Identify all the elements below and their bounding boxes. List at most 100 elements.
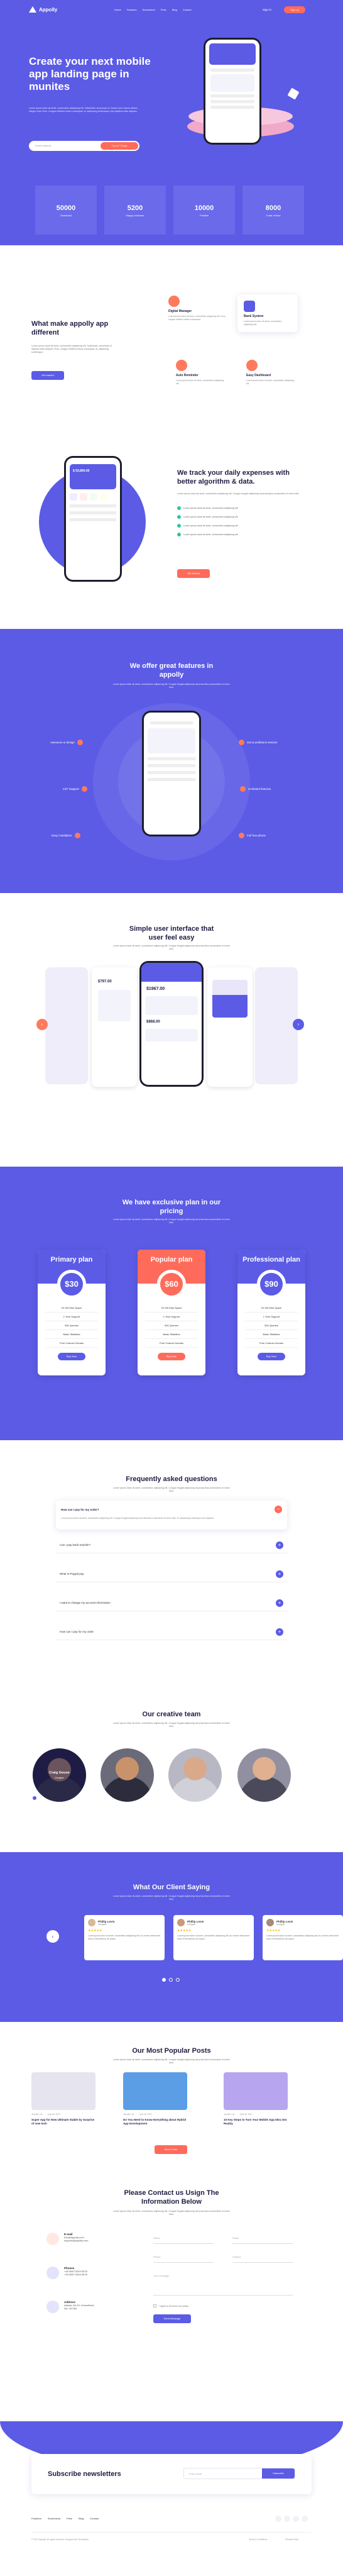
plus-icon[interactable]: + <box>276 1628 283 1636</box>
dot[interactable] <box>176 1978 180 1982</box>
about-cta-button[interactable]: Get started <box>31 371 64 380</box>
post-title[interactable]: Do You Need to Know Everything about Hyb… <box>123 2118 187 2126</box>
plan-feature: 1 Year Support <box>145 1313 198 1321</box>
contact-section: Please Contact us Usign The Information … <box>0 2157 343 2421</box>
stat-2: 5200 Happy customer <box>104 186 166 235</box>
avatar <box>88 1919 95 1926</box>
logo-icon <box>29 6 36 13</box>
stat-value: 10000 <box>194 204 214 212</box>
instagram-icon[interactable] <box>293 2516 299 2522</box>
minus-icon[interactable]: – <box>275 1506 282 1513</box>
linkedin-icon[interactable] <box>302 2516 308 2522</box>
stat-label: Happy customer <box>126 214 144 217</box>
nav-contact[interactable]: Contact <box>183 8 192 11</box>
post-card[interactable]: Jennifer Lee June 08, 2021 Super App for… <box>31 2072 95 2143</box>
message-field[interactable]: Your message <box>153 2270 293 2296</box>
dot[interactable] <box>162 1978 166 1982</box>
faq-item[interactable]: Can I pay bank transfer? + <box>56 1537 287 1553</box>
nav-price[interactable]: Price <box>161 8 166 11</box>
team-member-photo[interactable] <box>168 1748 222 1802</box>
newsletter-input[interactable]: Enter email <box>189 2472 202 2475</box>
faq-item-open[interactable]: How can I pay for my order? – Lorem ipsu… <box>56 1501 287 1530</box>
try-button[interactable]: Try for 7 Days <box>101 142 138 150</box>
post-title[interactable]: 10 Key Steps to Turn Your Mobile App Ide… <box>224 2118 288 2126</box>
plan-feature: 500 Queries <box>45 1321 98 1330</box>
more-posts-button[interactable]: More Posts <box>155 2145 187 2154</box>
buy-now-button[interactable]: Buy Now <box>158 1353 185 1360</box>
feature-auto-reminder: Auto Reminder Lorem ipsum dolor sit amet… <box>176 360 239 385</box>
name-field[interactable]: Name <box>153 2233 214 2244</box>
post-author: Jennifer Lee <box>31 2113 43 2116</box>
features-section: We offer great features in appolly Lorem… <box>0 629 343 893</box>
signup-button[interactable]: Sign up <box>284 6 305 13</box>
faq-item[interactable]: How can I pay for my order + <box>56 1624 287 1640</box>
post-card[interactable]: Jennifer Lee June 08, 2021 Do You Need t… <box>123 2072 187 2143</box>
plus-icon[interactable]: + <box>276 1570 283 1578</box>
footer-link-contact[interactable]: Contact <box>90 2517 99 2520</box>
ui-design-icon <box>77 740 83 745</box>
logo[interactable]: Appolly <box>29 6 57 13</box>
track-phone: $ 93,800.00 <box>64 456 122 582</box>
contact-line: Zip: 45 584 <box>64 2307 77 2310</box>
post-card[interactable]: Jennifer Lee June 08, 2021 10 Key Steps … <box>224 2072 288 2143</box>
team-member-featured[interactable]: Craig Gouse Designer <box>33 1748 86 1802</box>
plan-feature: Free Custom Domain <box>245 1339 298 1348</box>
main-nav: Home Features Screenshot Price Blog Cont… <box>114 8 192 11</box>
facebook-icon[interactable] <box>275 2516 281 2522</box>
nav-home[interactable]: Home <box>114 8 121 11</box>
feature-label: 24/7 Support <box>63 787 79 791</box>
faq-answer: Lorem ipsum dolor sit amet, consectetur … <box>61 1517 215 1519</box>
feature-bank-system: Bank System Lorem ipsum dolor sit amet, … <box>237 294 298 332</box>
footer-link-screenshot[interactable]: Screenshot <box>48 2517 60 2520</box>
plus-icon[interactable]: + <box>276 1541 283 1549</box>
team-member-photo[interactable] <box>101 1748 154 1802</box>
plus-icon[interactable]: + <box>276 1599 283 1607</box>
subject-field[interactable]: Subject <box>232 2251 293 2263</box>
feature-title: Digital Manager <box>168 309 192 313</box>
hero-title: Create your next mobile app landing page… <box>29 55 151 92</box>
email-input[interactable]: Email address <box>35 144 51 147</box>
phone-field[interactable]: Phone <box>153 2251 214 2263</box>
faq-item[interactable]: What is Paypal pay + <box>56 1566 287 1582</box>
feature-label: Awesome ui design <box>50 741 75 744</box>
testimonial-prev-button[interactable]: ‹ <box>46 1930 59 1943</box>
check-icon <box>177 506 181 510</box>
features-title: We offer great features in appolly <box>129 662 214 679</box>
star-rating-icon: ★★★★★ <box>266 1929 281 1933</box>
support-icon <box>81 786 87 792</box>
terms-link[interactable]: Terms & Conditions <box>249 2538 267 2541</box>
email-field[interactable]: Email <box>232 2233 293 2244</box>
feature-desc: Lorem ipsum dolor sit amet, consectetur … <box>244 320 282 326</box>
send-message-button[interactable]: Send Message <box>153 2314 191 2323</box>
slider-prev-button[interactable]: ‹ <box>36 1019 48 1030</box>
footer-link-blog[interactable]: Blog <box>79 2517 84 2520</box>
subscribe-button[interactable]: Subscribe <box>262 2468 295 2479</box>
nav-features[interactable]: Features <box>127 8 137 11</box>
nav-blog[interactable]: Blog <box>172 8 177 11</box>
team-dot[interactable] <box>33 1796 36 1800</box>
buy-now-button[interactable]: Buy Now <box>258 1353 285 1360</box>
agree-checkbox-row[interactable]: I agree to all terms and policy <box>153 2304 188 2307</box>
signin-link[interactable]: Sign In <box>263 8 271 11</box>
privacy-link[interactable]: Privacy Policy <box>285 2538 298 2541</box>
stat-label: Download <box>60 214 72 217</box>
team-member-photo[interactable] <box>237 1748 291 1802</box>
feature-title: Auto Reminder <box>176 374 199 377</box>
footer-link-features[interactable]: Features <box>31 2517 41 2520</box>
nav-screenshot[interactable]: Screenshot <box>142 8 155 11</box>
twitter-icon[interactable] <box>284 2516 290 2522</box>
client-role: Designer <box>187 1923 196 1926</box>
team-title: Our creative team <box>142 1711 201 1718</box>
location-icon <box>46 2301 59 2313</box>
agree-checkbox[interactable] <box>153 2304 156 2307</box>
faq-item[interactable]: I want to change my account information + <box>56 1595 287 1611</box>
buy-now-button[interactable]: Buy Now <box>58 1353 85 1360</box>
hero-section: Appolly Home Features Screenshot Price B… <box>0 0 343 186</box>
slider-next-button[interactable]: › <box>293 1019 304 1030</box>
phone-amount: $1967.00 <box>146 987 165 991</box>
track-cta-button[interactable]: Get Started <box>177 569 210 578</box>
testimonial-card: Phillip Levin Designer ★★★★★ Lorem ipsum… <box>84 1915 165 1960</box>
dot[interactable] <box>169 1978 173 1982</box>
footer-link-price[interactable]: Price <box>67 2517 72 2520</box>
post-title[interactable]: Super App for New Ultimate Stable by Sur… <box>31 2118 95 2126</box>
